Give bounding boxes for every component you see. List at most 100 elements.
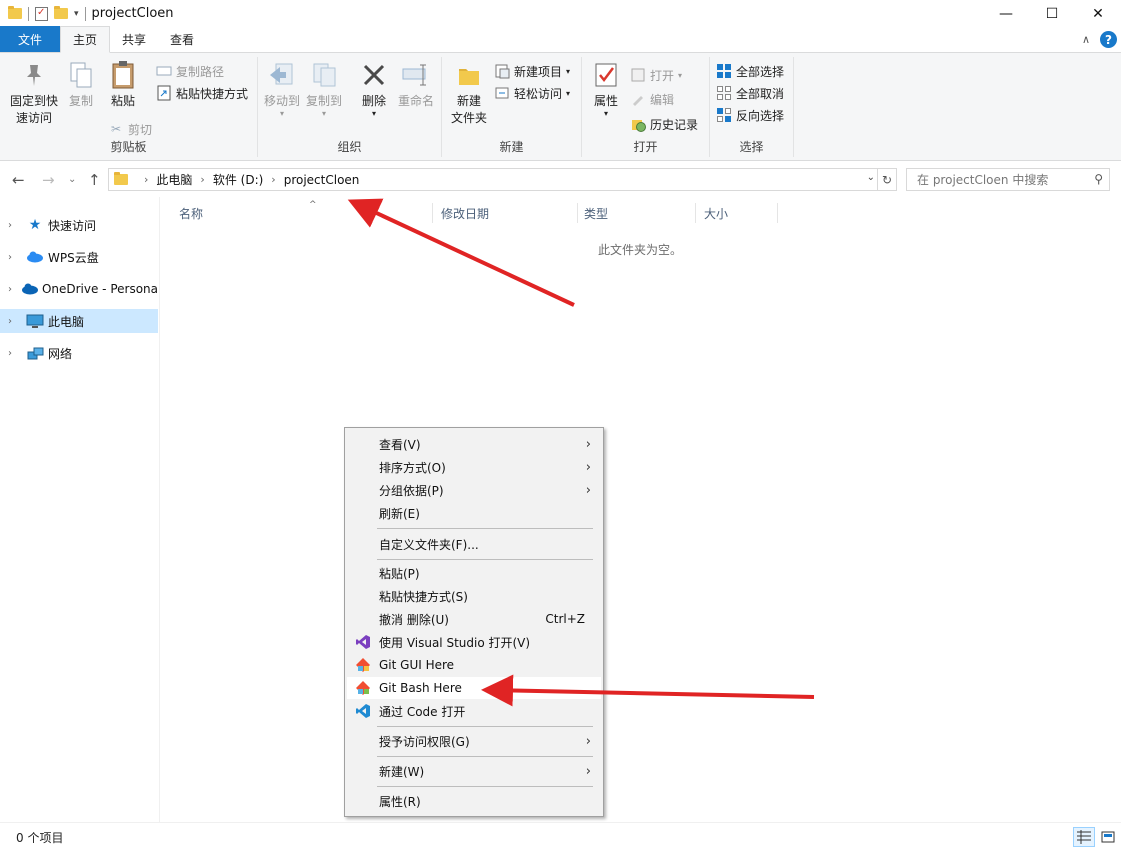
new-group: 新建 文件夹 新建项目 ▾ 轻松访问 ▾ 新建 <box>442 57 582 157</box>
expand-icon[interactable]: › <box>8 348 20 359</box>
up-arrow-icon[interactable]: ↑ <box>88 171 101 189</box>
close-button[interactable]: ✕ <box>1075 0 1121 27</box>
refresh-button[interactable]: ↻ <box>877 168 897 191</box>
open-group: 属性 ▾ 打开 ▾ 编辑 历史记录 打开 <box>582 57 710 157</box>
minimize-button[interactable]: — <box>983 0 1029 27</box>
undo-shortcut: Ctrl+Z <box>545 612 585 626</box>
paste-button[interactable]: 粘贴 <box>104 59 142 110</box>
expand-icon[interactable]: › <box>8 220 20 231</box>
organize-group: 移动到 ▾ 复制到 ▾ 删除 ▾ 重命名 组织 <box>258 57 442 157</box>
rename-button[interactable]: 重命名 <box>396 59 436 110</box>
menu-item-group-by[interactable]: 分组依据(P) › <box>347 479 601 501</box>
maximize-button[interactable]: ☐ <box>1029 0 1075 27</box>
invert-selection-button[interactable]: 反向选择 <box>716 105 784 125</box>
tab-share[interactable]: 共享 <box>110 26 158 52</box>
nav-item-quick-access[interactable]: › ★ 快速访问 <box>0 213 158 237</box>
nav-item-onedrive[interactable]: › OneDrive - Persona <box>0 277 158 301</box>
breadcrumb-drive-d[interactable]: 软件 (D:) <box>213 171 263 188</box>
copy-icon <box>65 59 97 91</box>
column-header-size[interactable]: 大小 <box>696 203 778 223</box>
select-none-button[interactable]: 全部取消 <box>716 83 784 103</box>
invert-selection-icon <box>716 107 732 123</box>
history-button[interactable]: 历史记录 <box>630 114 698 134</box>
select-all-button[interactable]: 全部选择 <box>716 61 784 81</box>
back-arrow-icon[interactable]: ← <box>12 171 25 189</box>
nav-item-wps-cloud[interactable]: › WPS云盘 <box>0 245 158 269</box>
select-group-label: 选择 <box>739 140 764 154</box>
forward-arrow-icon[interactable]: → <box>42 171 55 189</box>
copy-to-icon <box>308 59 340 91</box>
chevron-right-icon[interactable]: › <box>271 173 275 186</box>
open-button[interactable]: 打开 ▾ <box>630 65 682 85</box>
column-header-name[interactable]: ^ 名称 <box>171 200 433 223</box>
menu-separator <box>377 786 593 787</box>
paste-shortcut-button[interactable]: 粘贴快捷方式 <box>156 83 248 103</box>
chevron-right-icon[interactable]: › <box>144 173 148 186</box>
details-view-button[interactable] <box>1073 827 1095 847</box>
search-input[interactable]: 在 projectCloen 中搜索 ⚲ <box>906 168 1110 191</box>
properties-check-icon <box>590 59 622 91</box>
column-header-modified[interactable]: 修改日期 <box>433 203 578 223</box>
breadcrumb-this-pc[interactable]: 此电脑 <box>156 171 192 188</box>
breadcrumb-project[interactable]: projectCloen <box>284 173 360 187</box>
chevron-right-icon: › <box>585 436 591 452</box>
select-all-icon <box>716 63 732 79</box>
tab-home[interactable]: 主页 <box>60 26 111 53</box>
collapse-ribbon-icon[interactable]: ∧ <box>1082 33 1090 46</box>
chevron-right-icon[interactable]: › <box>200 173 204 186</box>
menu-item-refresh[interactable]: 刷新(E) <box>347 502 601 524</box>
expand-icon[interactable]: › <box>8 284 14 295</box>
menu-item-properties[interactable]: 属性(R) <box>347 790 601 812</box>
tab-view[interactable]: 查看 <box>158 26 206 52</box>
pin-quick-access-button[interactable]: 固定到快 速访问 <box>6 59 62 127</box>
pin-icon <box>18 59 50 91</box>
chevron-right-icon: › <box>585 763 591 779</box>
recent-locations-icon[interactable]: ⌄ <box>68 174 76 185</box>
new-folder-button[interactable]: 新建 文件夹 <box>448 59 490 127</box>
menu-item-give-access[interactable]: 授予访问权限(G) › <box>347 730 601 752</box>
clipboard-group-label: 剪贴板 <box>110 140 147 154</box>
address-bar[interactable]: › 此电脑 › 软件 (D:) › projectCloen ⌄ <box>108 168 878 191</box>
help-icon[interactable]: ? <box>1100 31 1117 48</box>
copy-path-icon <box>156 63 172 79</box>
nav-item-network[interactable]: › 网络 <box>0 341 158 365</box>
copy-button[interactable]: 复制 <box>64 59 98 110</box>
rename-icon <box>400 59 432 91</box>
expand-icon[interactable]: › <box>8 316 20 327</box>
copy-path-button[interactable]: 复制路径 <box>156 61 224 81</box>
paste-shortcut-icon <box>156 85 172 101</box>
menu-item-view[interactable]: 查看(V) › <box>347 433 601 455</box>
onedrive-icon <box>20 281 38 297</box>
vscode-icon <box>355 703 371 719</box>
new-item-button[interactable]: 新建项目 ▾ <box>494 61 570 81</box>
customize-toolbar-icon[interactable]: ▾ <box>74 9 79 19</box>
menu-item-undo-delete[interactable]: 撤消 删除(U) Ctrl+Z <box>347 608 601 630</box>
search-icon[interactable]: ⚲ <box>1094 172 1103 186</box>
tab-file[interactable]: 文件 <box>0 26 61 52</box>
file-list[interactable]: ^ 名称 修改日期 类型 大小 此文件夹为空。 <box>161 197 1121 822</box>
menu-item-open-with-code[interactable]: 通过 Code 打开 <box>347 700 601 722</box>
expand-icon[interactable]: › <box>8 252 20 263</box>
edit-button[interactable]: 编辑 <box>630 89 674 109</box>
quick-access-toolbar: ▾ <box>0 6 86 21</box>
chevron-down-icon[interactable]: ⌄ <box>867 172 875 183</box>
menu-item-open-visual-studio[interactable]: 使用 Visual Studio 打开(V) <box>347 631 601 653</box>
column-header-type[interactable]: 类型 <box>576 203 696 223</box>
menu-item-sort-by[interactable]: 排序方式(O) › <box>347 456 601 478</box>
menu-item-git-gui[interactable]: Git GUI Here <box>347 654 601 676</box>
easy-access-button[interactable]: 轻松访问 ▾ <box>494 83 570 103</box>
menu-item-paste[interactable]: 粘贴(P) <box>347 562 601 584</box>
delete-button[interactable]: 删除 ▾ <box>358 59 390 118</box>
large-icons-view-button[interactable] <box>1097 827 1119 847</box>
properties-button[interactable]: 属性 ▾ <box>588 59 624 118</box>
nav-item-this-pc[interactable]: › 此电脑 <box>0 309 158 333</box>
menu-item-new[interactable]: 新建(W) › <box>347 760 601 782</box>
properties-icon[interactable] <box>35 6 48 21</box>
menu-item-git-bash[interactable]: Git Bash Here <box>347 677 601 699</box>
menu-item-customize-folder[interactable]: 自定义文件夹(F)... <box>347 533 601 555</box>
copy-to-button[interactable]: 复制到 ▾ <box>304 59 344 118</box>
cut-button[interactable]: ✂ 剪切 <box>108 119 152 139</box>
menu-item-paste-shortcut[interactable]: 粘贴快捷方式(S) <box>347 585 601 607</box>
move-to-button[interactable]: 移动到 ▾ <box>262 59 302 118</box>
new-folder-icon[interactable] <box>54 6 68 19</box>
